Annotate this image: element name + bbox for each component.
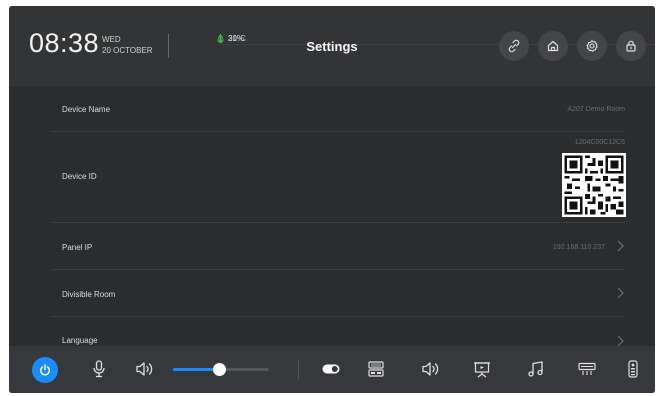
speaker-icon (422, 362, 439, 376)
lock-button[interactable] (616, 31, 646, 61)
setting-row-divisible-room[interactable]: Divisible Room (52, 270, 625, 317)
settings-button[interactable] (577, 31, 607, 61)
power-button[interactable] (32, 357, 58, 383)
setting-row-device-id[interactable]: Device ID 1204C00C12C5 (52, 132, 626, 223)
switcher-button[interactable] (365, 358, 387, 380)
chevron-right-icon (617, 287, 624, 299)
link-button[interactable] (499, 31, 529, 61)
home-button[interactable] (538, 31, 568, 61)
remote-button[interactable] (622, 358, 644, 380)
music-button[interactable] (525, 358, 547, 380)
settings-screen: 08:38 WED 20 OCTOBER 31°C 20% Settings D… (9, 6, 655, 393)
microphone-icon (93, 360, 105, 378)
header-bar: 08:38 WED 20 OCTOBER 31°C 20% Settings (9, 6, 655, 86)
switcher-icon (368, 361, 384, 377)
setting-row-device-name[interactable]: Device Name A207 Demo Room (52, 86, 625, 132)
speaker-icon (136, 362, 153, 376)
remote-icon (628, 360, 638, 378)
speaker-button[interactable] (133, 358, 155, 380)
volume-slider[interactable] (173, 363, 269, 376)
settings-list: Device Name A207 Demo Room Device ID 120… (9, 86, 655, 347)
chevron-right-icon (617, 240, 624, 252)
music-icon (528, 361, 543, 377)
toggle-button[interactable] (320, 358, 342, 380)
home-icon (547, 40, 559, 52)
setting-value: 1204C00C12C5 (574, 139, 625, 146)
setting-label: Panel IP (62, 243, 93, 252)
toggle-icon (322, 364, 340, 374)
bottom-control-bar (9, 346, 655, 393)
setting-value: A207 Demo Room (567, 106, 625, 113)
divider (298, 360, 299, 380)
setting-label: Device Name (62, 105, 111, 114)
audio-button[interactable] (419, 358, 441, 380)
projector-icon (578, 362, 596, 375)
microphone-button[interactable] (88, 358, 110, 380)
qr-code (562, 153, 626, 217)
setting-label: Divisible Room (62, 290, 116, 299)
setting-label: Language (62, 336, 98, 345)
presentation-icon (474, 362, 490, 378)
volume-slider-knob[interactable] (213, 363, 227, 376)
setting-value: 192.168.110.237 (552, 244, 605, 251)
gear-icon (586, 40, 598, 52)
lock-icon (626, 40, 636, 52)
presentation-button[interactable] (471, 358, 493, 380)
projector-button[interactable] (576, 358, 598, 380)
setting-label: Device ID (62, 172, 97, 181)
setting-row-panel-ip[interactable]: Panel IP 192.168.110.237 (52, 223, 625, 270)
link-icon (508, 39, 520, 53)
power-icon (40, 364, 50, 376)
